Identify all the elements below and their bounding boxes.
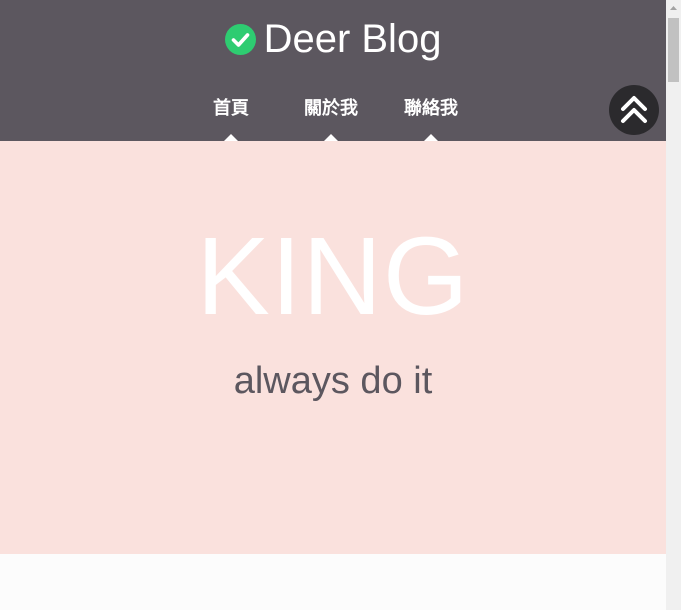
back-to-top-button[interactable] — [609, 85, 659, 135]
nav-item-about[interactable]: 關於我 — [286, 96, 376, 141]
caret-up-icon — [424, 134, 438, 141]
nav-item-label: 首頁 — [213, 98, 249, 119]
hero-title: KING — [196, 215, 470, 338]
site-title: Deer Blog — [263, 17, 442, 61]
nav-item-label: 聯絡我 — [404, 98, 458, 119]
nav-item-home[interactable]: 首頁 — [186, 96, 276, 141]
vertical-scrollbar[interactable] — [666, 0, 681, 610]
main-nav: 首頁 關於我 聯絡我 — [0, 96, 666, 141]
caret-up-icon — [324, 134, 338, 141]
double-chevron-up-icon — [621, 96, 647, 123]
check-circle-icon — [224, 23, 256, 55]
nav-item-label: 關於我 — [304, 98, 358, 119]
page-viewport: Deer Blog 首頁 關於我 聯絡我 KING always do it — [0, 0, 666, 610]
hero-banner: KING always do it — [0, 141, 666, 554]
hero-subtitle: always do it — [233, 360, 433, 402]
scroll-up-arrow-icon[interactable] — [666, 0, 681, 17]
nav-item-contact[interactable]: 聯絡我 — [386, 96, 476, 141]
caret-up-icon — [224, 134, 238, 141]
site-header: Deer Blog 首頁 關於我 聯絡我 — [0, 0, 666, 141]
scrollbar-thumb[interactable] — [668, 18, 679, 82]
brand-link[interactable]: Deer Blog — [0, 18, 666, 60]
